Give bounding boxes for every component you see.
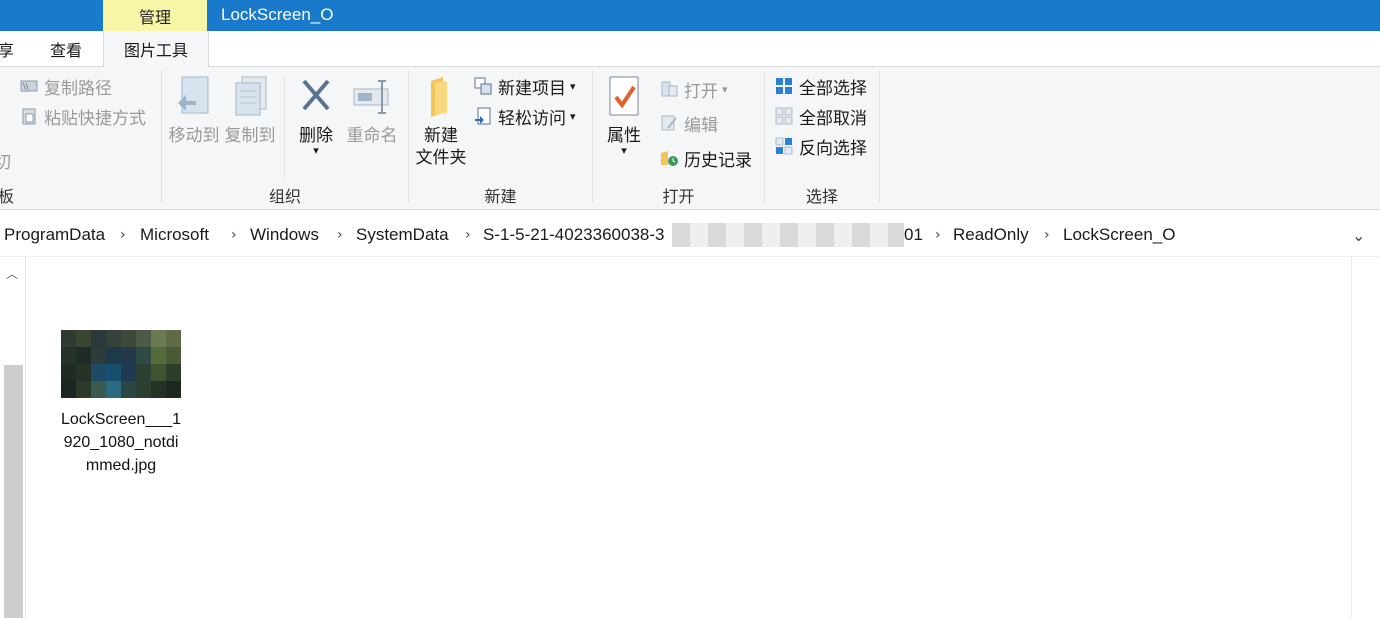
open-label: 打开 <box>684 81 718 102</box>
history-button[interactable]: 历史记录 <box>660 145 752 171</box>
breadcrumb-readonly[interactable]: ReadOnly <box>953 225 1029 245</box>
inner-divider <box>284 77 285 177</box>
file-name: LockScreen___1920_1080_notdimmed.jpg <box>60 411 182 474</box>
history-label: 历史记录 <box>684 150 752 171</box>
new-group-label: 新建 <box>484 187 517 206</box>
breadcrumb-sid[interactable]: S-1-5-21-4023360038-3 <box>483 225 664 245</box>
new-item-icon <box>474 77 492 95</box>
new-folder-button[interactable]: 新建 文件夹 <box>412 75 470 169</box>
tab-manage-context[interactable]: 管理 <box>103 0 207 31</box>
new-item-button[interactable]: 新建项目 ▾ <box>474 73 576 99</box>
properties-button[interactable]: 属性 ▾ <box>598 75 650 157</box>
svg-text:\\: \\ <box>23 82 29 91</box>
ribbon: \\ 复制路径 粘贴快捷方式 切 板 移动到 复制到 删除 ▾ 重命名 组织 新… <box>0 67 1380 210</box>
easy-access-label: 轻松访问 <box>498 108 566 129</box>
content-divider <box>1351 257 1352 618</box>
chevron-right-icon: › <box>935 227 941 243</box>
select-all-button[interactable]: 全部选择 <box>775 73 867 99</box>
window-title: LockScreen_O <box>221 5 334 24</box>
select-none-icon <box>775 107 793 125</box>
address-bar[interactable]: ProgramData › Microsoft › Windows › Syst… <box>0 215 1380 257</box>
new-folder-icon <box>431 77 447 117</box>
scroll-up-arrow-icon[interactable]: ︿ <box>6 265 18 282</box>
chevron-down-icon: ▾ <box>570 109 576 123</box>
history-icon <box>660 149 678 167</box>
ribbon-tab-row: 享 查看 图片工具 <box>0 31 1380 67</box>
breadcrumb-programdata[interactable]: ProgramData <box>4 225 105 245</box>
open-group-label: 打开 <box>662 187 695 206</box>
rename-label: 重命名 <box>346 126 398 146</box>
delete-dropdown-icon: ▾ <box>313 144 319 157</box>
delete-button[interactable]: 删除 ▾ <box>290 75 342 157</box>
edit-icon <box>660 114 678 132</box>
scrollbar-thumb[interactable] <box>4 365 23 618</box>
copy-path-label: 复制路径 <box>44 78 112 99</box>
select-all-label: 全部选择 <box>799 78 867 99</box>
breadcrumb-systemdata[interactable]: SystemData <box>356 225 449 245</box>
move-to-button[interactable]: 移动到 <box>166 75 222 147</box>
address-dropdown-icon[interactable]: ⌄ <box>1352 226 1365 245</box>
edit-label: 编辑 <box>684 115 718 136</box>
tab-view[interactable]: 查看 <box>46 31 86 66</box>
group-divider <box>879 71 880 203</box>
invert-selection-button[interactable]: 反向选择 <box>775 133 867 159</box>
move-to-label: 移动到 <box>168 126 220 146</box>
copy-to-label: 复制到 <box>224 126 276 146</box>
open-button[interactable]: 打开 ▾ <box>660 76 728 102</box>
select-group-label: 选择 <box>805 187 838 206</box>
chevron-down-icon: ▾ <box>570 79 576 93</box>
select-all-icon <box>775 77 793 95</box>
breadcrumb-windows[interactable]: Windows <box>250 225 319 245</box>
breadcrumb-sid-end[interactable]: 01 <box>904 225 923 245</box>
breadcrumb-lockscreen[interactable]: LockScreen_O <box>1063 225 1175 245</box>
easy-access-icon <box>474 107 492 125</box>
copy-path-button[interactable]: \\ 复制路径 <box>20 73 112 99</box>
paste-shortcut-label: 粘贴快捷方式 <box>44 108 146 129</box>
copy-path-icon: \\ <box>20 77 38 95</box>
file-item[interactable]: LockScreen___1920_1080_notdimmed.jpg <box>44 330 198 477</box>
image-thumbnail <box>61 330 181 398</box>
chevron-right-icon: › <box>1044 227 1050 243</box>
new-item-label: 新建项目 <box>498 78 566 99</box>
chevron-down-icon: ▾ <box>722 82 728 96</box>
rename-icon <box>353 80 389 114</box>
file-list-area[interactable] <box>0 257 1380 618</box>
rename-button[interactable]: 重命名 <box>344 75 400 147</box>
select-none-label: 全部取消 <box>799 108 867 129</box>
copy-to-icon <box>235 76 267 116</box>
chevron-right-icon: › <box>337 227 343 243</box>
easy-access-button[interactable]: 轻松访问 ▾ <box>474 103 576 129</box>
tab-picture-tools[interactable]: 图片工具 <box>103 31 209 67</box>
invert-selection-icon <box>775 137 793 155</box>
redacted-mosaic <box>672 223 904 247</box>
copy-to-button[interactable]: 复制到 <box>222 75 278 147</box>
cut-button[interactable]: 切 <box>0 147 11 173</box>
open-icon <box>660 80 678 98</box>
chevron-right-icon: › <box>120 227 126 243</box>
paste-shortcut-icon <box>20 107 38 125</box>
properties-check-icon <box>609 76 639 116</box>
move-to-icon <box>178 76 209 114</box>
new-folder-label-2: 文件夹 <box>415 148 467 168</box>
chevron-right-icon: › <box>231 227 237 243</box>
tab-share[interactable]: 享 <box>0 31 14 66</box>
title-bar <box>0 0 1380 31</box>
delete-x-icon <box>302 79 330 111</box>
select-none-button[interactable]: 全部取消 <box>775 103 867 129</box>
clipboard-group-label: 板 <box>0 187 14 206</box>
chevron-right-icon: › <box>465 227 471 243</box>
new-folder-label-1: 新建 <box>424 126 458 146</box>
invert-selection-label: 反向选择 <box>799 138 867 159</box>
properties-dropdown-icon: ▾ <box>621 144 627 157</box>
cut-label: 切 <box>0 152 11 173</box>
breadcrumb-microsoft[interactable]: Microsoft <box>140 225 209 245</box>
paste-shortcut-button[interactable]: 粘贴快捷方式 <box>20 103 146 129</box>
organize-group-label: 组织 <box>268 187 301 206</box>
edit-button[interactable]: 编辑 <box>660 110 718 136</box>
